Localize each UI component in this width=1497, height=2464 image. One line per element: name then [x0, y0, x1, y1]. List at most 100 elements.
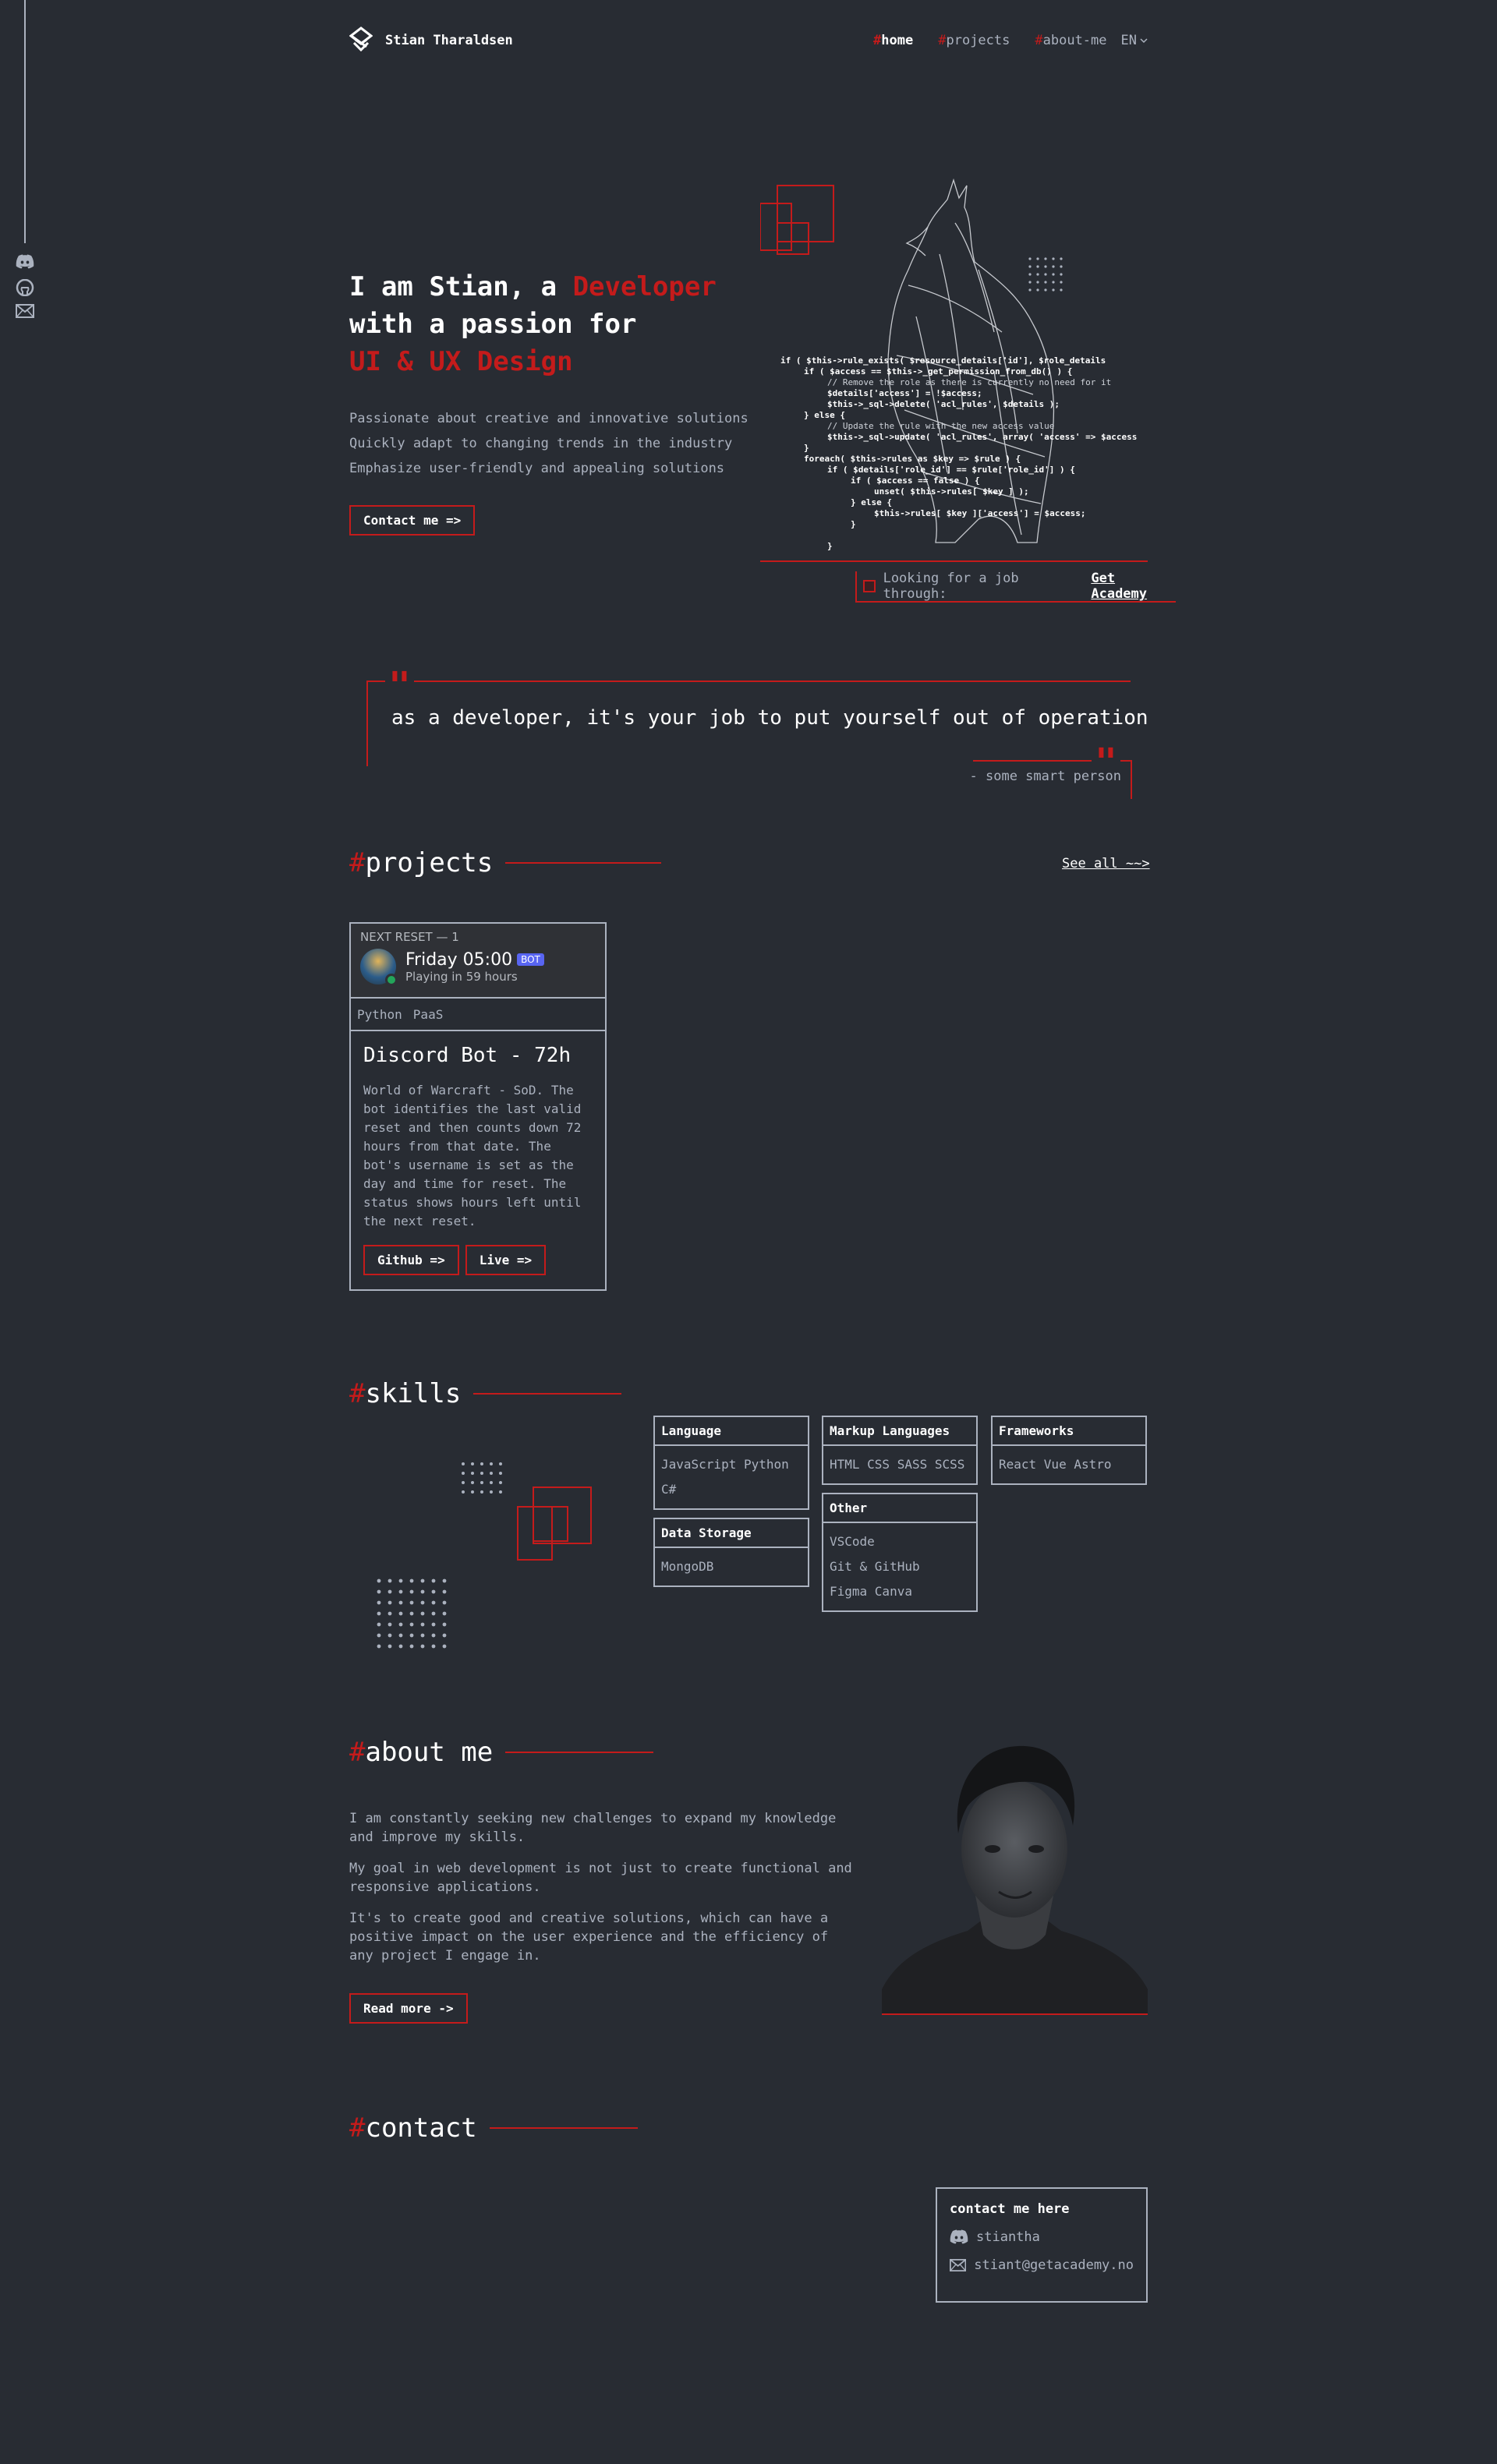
svg-text:// Remove the role as there is: // Remove the role as there is currently…: [827, 377, 1111, 387]
status-indicator: [863, 580, 876, 592]
skill-group-head: Frameworks: [993, 1417, 1145, 1446]
bot-avatar: [360, 949, 398, 986]
about-heading: #about me: [349, 1737, 654, 1768]
get-academy-link[interactable]: Get Academy: [1091, 571, 1176, 602]
language-label: EN: [1120, 33, 1137, 48]
skills-decoration: [377, 1462, 592, 1649]
svg-text:} else {: } else {: [851, 497, 892, 507]
heading-line: [505, 862, 662, 864]
skill-item: Figma Canva: [830, 1584, 912, 1599]
email-icon: [950, 2259, 967, 2271]
email-icon[interactable]: [16, 304, 34, 321]
svg-text:if ( $details['role_id'] == $r: if ( $details['role_id'] == $rule['role_…: [827, 465, 1075, 475]
social-rail: [16, 254, 34, 321]
contact-title: contact me here: [950, 2201, 1070, 2217]
about-paragraph: It's to create good and creative solutio…: [349, 1911, 829, 1964]
chevron-down-icon: [1140, 38, 1148, 44]
skill-group-frameworks: Frameworks React Vue Astro: [991, 1416, 1147, 1485]
rail-line: [24, 0, 26, 243]
skill-group-head: Data Storage: [655, 1519, 808, 1548]
svg-text:// Update the rule with the ne: // Update the rule with the new access v…: [827, 421, 1054, 431]
svg-text:if ( $this->rule_exists( $reso: if ( $this->rule_exists( $resource_detai…: [780, 355, 1106, 366]
project-card: NEXT RESET — 1 Friday 05:00 BOT Playing …: [349, 922, 607, 1291]
language-select[interactable]: EN: [1121, 33, 1148, 48]
skill-group-items: MongoDB: [655, 1548, 808, 1586]
preview-row: Friday 05:00 BOT Playing in 59 hours: [360, 949, 596, 986]
email-address: stiant@getacademy.no: [974, 2257, 1134, 2273]
nav-about-label: about-me: [1042, 33, 1107, 48]
see-all-link[interactable]: See all ~~>: [1062, 856, 1150, 871]
project-tags: Python PaaS: [351, 999, 605, 1031]
project-description: World of Warcraft - SoD. The bot identif…: [363, 1083, 582, 1228]
projects-heading: #projects: [349, 847, 662, 878]
heading-title: skills: [365, 1378, 462, 1409]
read-more-button[interactable]: Read more ->: [349, 1993, 468, 2024]
discord-icon[interactable]: [16, 254, 34, 271]
skill-group-language: Language JavaScript Python C#: [653, 1416, 809, 1510]
hero-desc-line: Quickly adapt to changing trends in the …: [349, 436, 733, 451]
about-text: I am constantly seeking new challenges t…: [349, 1809, 858, 1978]
contact-me-button[interactable]: Contact me =>: [349, 505, 476, 536]
hero-highlight-design: UI & UX Design: [349, 346, 573, 377]
heading-title: about me: [365, 1737, 494, 1768]
nav-hash: #: [1035, 33, 1043, 48]
status-text: Looking for a job through:: [883, 571, 1019, 602]
skill-group-items: HTML CSS SASS SCSS: [823, 1446, 976, 1483]
hero-underline: [760, 560, 1148, 562]
nav-projects[interactable]: #projects: [938, 33, 1010, 48]
svg-text:}: }: [804, 443, 809, 453]
nav-hash: #: [873, 33, 882, 48]
svg-text:unset( $this->rules[ $key ] );: unset( $this->rules[ $key ] );: [874, 486, 1029, 497]
skill-group-head: Other: [823, 1494, 976, 1523]
preview-title: Friday 05:00 BOT: [405, 950, 544, 970]
contact-email[interactable]: stiant@getacademy.no: [950, 2257, 1134, 2273]
nav-projects-label: projects: [946, 33, 1010, 48]
job-status: Looking for a job through: Get Academy: [855, 571, 1176, 603]
svg-text:foreach( $this->rules as $key: foreach( $this->rules as $key => $rule )…: [804, 454, 1021, 464]
skills-heading: #skills: [349, 1378, 622, 1409]
header: Stian Tharaldsen #home #projects #about-…: [349, 27, 1148, 55]
skill-group-head: Markup Languages: [823, 1417, 976, 1446]
skill-item: HTML CSS SASS SCSS: [830, 1457, 965, 1472]
skill-group-items: React Vue Astro: [993, 1446, 1145, 1483]
heading-hash: #: [349, 2112, 366, 2144]
github-icon[interactable]: [16, 278, 34, 297]
skill-group-data-storage: Data Storage MongoDB: [653, 1518, 809, 1587]
project-actions: Github => Live =>: [363, 1245, 593, 1275]
skill-item: VSCode: [830, 1534, 875, 1549]
skill-item: React Vue Astro: [999, 1457, 1112, 1472]
nav-home[interactable]: #home: [873, 33, 913, 48]
svg-text:}: }: [851, 519, 856, 529]
heading-line: [473, 1393, 622, 1395]
profile-portrait: [882, 1745, 1148, 2014]
nav-hash: #: [938, 33, 947, 48]
heading-hash: #: [349, 847, 366, 878]
hero-title: I am Stian, a Developer with a passion f…: [349, 268, 755, 380]
heading-title: projects: [365, 847, 494, 878]
heading-line: [489, 2127, 638, 2129]
tag: PaaS: [412, 1006, 444, 1022]
github-button[interactable]: Github =>: [363, 1245, 459, 1275]
svg-text:if ( $access == $this->_get_pe: if ( $access == $this->_get_permission_f…: [804, 366, 1072, 376]
hero-description: Passionate about creative and innovative…: [349, 406, 755, 481]
logo-icon: [349, 27, 373, 55]
portrait-underline: [882, 2013, 1148, 2015]
skill-item: Git & GitHub: [830, 1559, 920, 1574]
svg-text:if ( $access == false ) {: if ( $access == false ) {: [851, 475, 980, 486]
live-button[interactable]: Live =>: [465, 1245, 547, 1275]
discord-icon: [950, 2229, 968, 2244]
contact-heading: #contact: [349, 2112, 638, 2144]
hero-highlight-developer: Developer: [572, 271, 717, 302]
svg-text:$this->_sql->delete( 'acl_rule: $this->_sql->delete( 'acl_rules', $detai…: [827, 399, 1060, 409]
contact-discord[interactable]: stiantha: [950, 2229, 1134, 2245]
skill-item: C#: [661, 1482, 677, 1497]
svg-text:$details['access'] = !$access;: $details['access'] = !$access;: [827, 388, 982, 398]
preview-title-text: Friday 05:00: [405, 949, 513, 970]
skill-group-items: JavaScript Python C#: [655, 1446, 808, 1508]
nav-about-me[interactable]: #about-me: [1035, 33, 1106, 48]
skill-item: JavaScript Python: [661, 1457, 789, 1472]
main-nav: #home #projects #about-me EN: [873, 33, 1148, 48]
brand[interactable]: Stian Tharaldsen: [349, 27, 513, 55]
skill-group-other: Other VSCode Git & GitHub Figma Canva: [822, 1493, 978, 1612]
online-status-icon: [385, 974, 398, 986]
